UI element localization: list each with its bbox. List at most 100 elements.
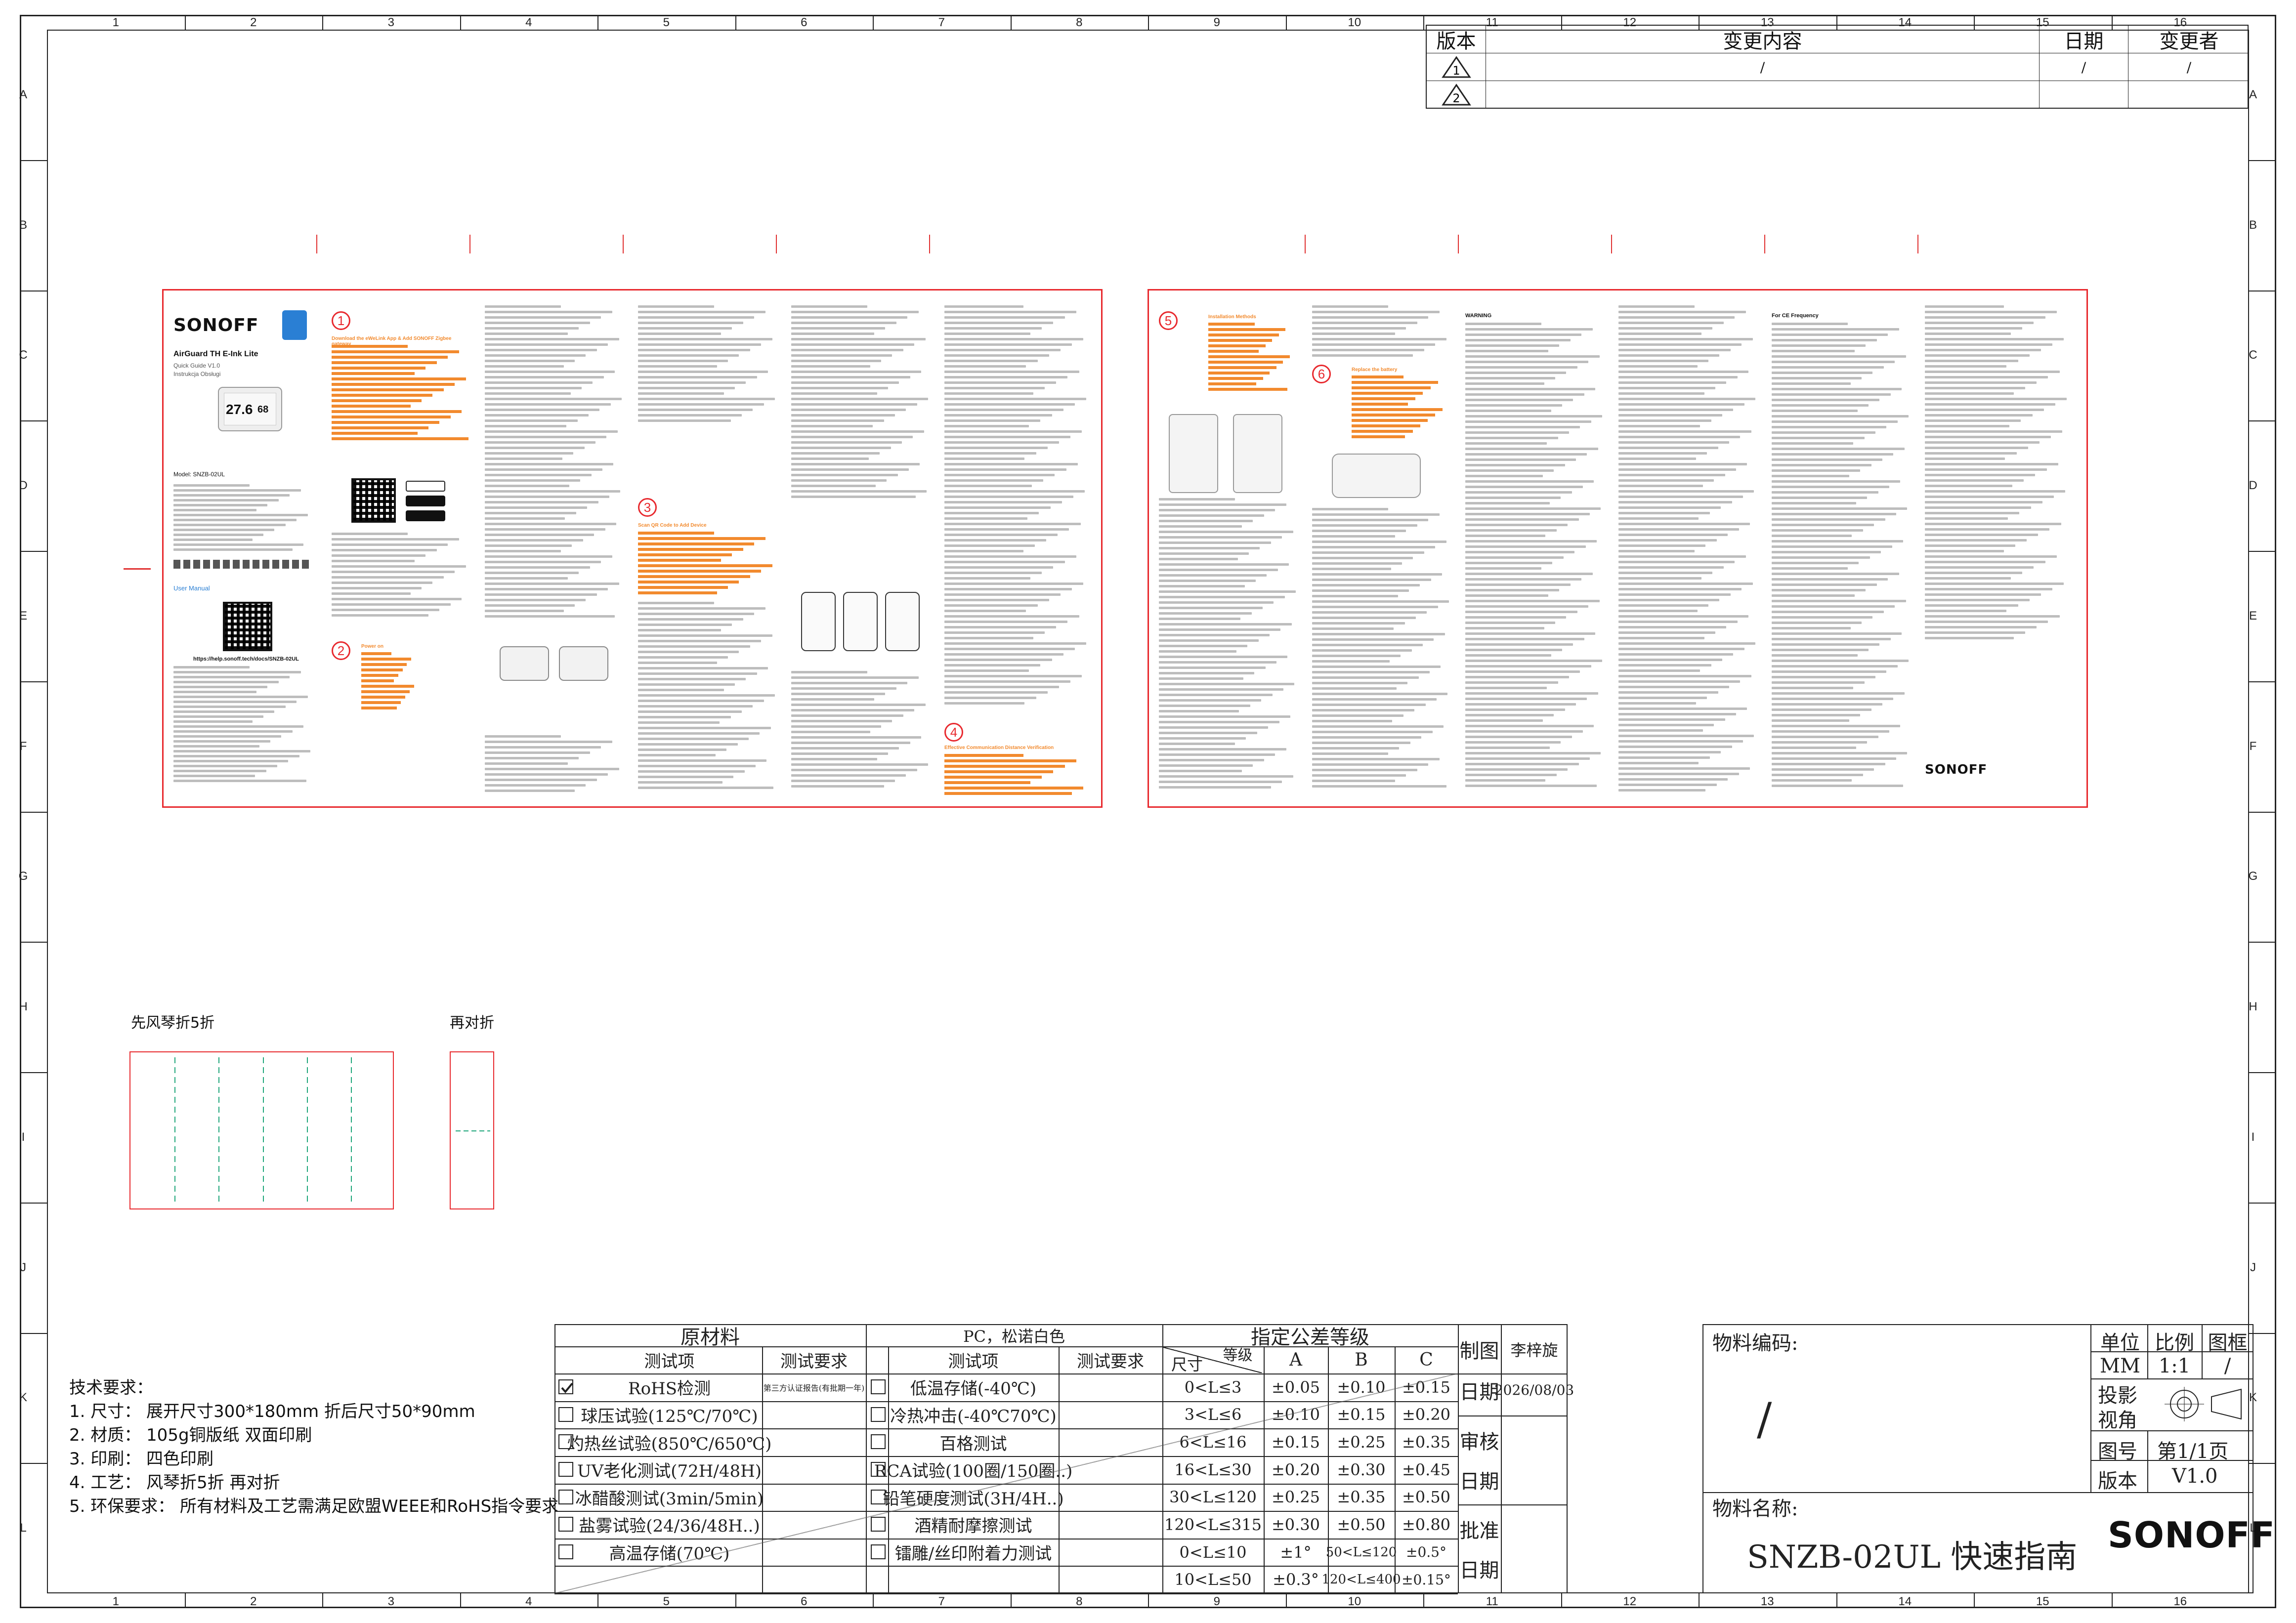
revision-table: 版本 变更内容 日期 变更者 1 / / / 2 xyxy=(1426,25,2249,109)
text-line xyxy=(1618,697,1707,699)
orange-text-line xyxy=(332,405,411,408)
text-line xyxy=(1465,475,1543,477)
text-line xyxy=(1772,355,1906,358)
app-store-icon[interactable] xyxy=(406,510,445,521)
manual-qr-code[interactable] xyxy=(223,602,272,651)
test-checkbox[interactable] xyxy=(558,1544,573,1559)
text-line xyxy=(1465,763,1579,765)
text-line xyxy=(173,770,266,772)
text-line xyxy=(944,496,1073,498)
text-line xyxy=(1159,786,1271,789)
technical-requirements: 技术要求： 1. 尺寸： 展开尺寸300*180mm 折后尺寸50*90mm 2… xyxy=(69,1376,563,1518)
text-line xyxy=(1618,707,1747,710)
text-line xyxy=(1465,426,1580,428)
step-3-title: Scan QR Code to Add Device xyxy=(638,523,707,528)
text-line xyxy=(1312,327,1406,330)
ewelink-badge-icon[interactable] xyxy=(406,481,445,492)
grade-A: A xyxy=(1289,1350,1302,1370)
orange-text-line xyxy=(332,361,437,364)
table-grid-line xyxy=(554,1324,555,1593)
text-line xyxy=(485,751,590,754)
test-checkbox[interactable] xyxy=(871,1407,886,1422)
ruler-col-11: 11 xyxy=(1486,1595,1498,1608)
text-line xyxy=(1772,589,1866,591)
test-checkbox[interactable] xyxy=(558,1379,573,1394)
text-line xyxy=(1618,419,1711,422)
orange-text-line xyxy=(638,542,755,545)
user-manual-link[interactable]: User Manual xyxy=(173,584,210,592)
panel-step-6: 6 Replace the battery xyxy=(1312,300,1455,799)
text-line xyxy=(1925,425,2010,427)
app-qr-code[interactable] xyxy=(351,478,396,523)
text-line xyxy=(791,758,877,760)
text-line xyxy=(1312,655,1401,657)
text-line xyxy=(1465,513,1590,515)
text-line xyxy=(1772,698,1894,700)
text-line xyxy=(173,499,279,501)
text-line xyxy=(1772,627,1851,629)
tolerance-b: ±0.30 xyxy=(1337,1460,1386,1479)
text-line xyxy=(1772,448,1905,450)
test-checkbox[interactable] xyxy=(558,1407,573,1422)
text-line xyxy=(1772,551,1881,553)
tolerance-b: 50<L≤120 xyxy=(1325,1544,1397,1560)
text-line xyxy=(1925,338,2064,340)
test-checkbox[interactable] xyxy=(558,1517,573,1532)
test-checkbox[interactable] xyxy=(558,1489,573,1504)
text-line xyxy=(1772,687,1854,689)
text-line xyxy=(638,689,724,691)
text-line xyxy=(1312,698,1437,701)
text-line xyxy=(1465,600,1600,602)
text-line xyxy=(485,354,586,357)
text-line xyxy=(1772,442,1854,445)
test-checkbox[interactable] xyxy=(871,1517,886,1532)
test-checkbox[interactable] xyxy=(871,1379,886,1394)
tech-item-printing: 3. 印刷： 四色印刷 xyxy=(69,1449,214,1469)
ruler-tick xyxy=(597,15,598,30)
fold-line xyxy=(174,1057,176,1206)
text-line xyxy=(944,680,1071,683)
test-checkbox[interactable] xyxy=(871,1434,886,1450)
text-line xyxy=(173,780,306,782)
text-line xyxy=(485,333,568,335)
google-play-icon[interactable] xyxy=(406,496,445,506)
step-4-badge: 4 xyxy=(944,723,963,742)
text-line xyxy=(1312,524,1417,527)
support-url[interactable]: https://help.sonoff.tech/docs/SNZB-02UL xyxy=(193,656,299,662)
text-line xyxy=(944,436,1071,438)
text-line xyxy=(1465,714,1554,716)
ruler-row-C: C xyxy=(2249,348,2257,362)
text-line xyxy=(1618,637,1704,639)
orange-text-line xyxy=(638,559,721,562)
text-line xyxy=(944,621,1068,623)
text-line xyxy=(638,656,728,659)
text-line xyxy=(1925,441,2040,444)
text-line xyxy=(1772,410,1858,412)
text-line xyxy=(944,593,1061,596)
fold-tick xyxy=(929,235,930,253)
text-line xyxy=(944,322,1054,324)
text-line xyxy=(332,538,459,541)
fold-tick xyxy=(469,235,470,253)
text-line xyxy=(1159,726,1269,729)
text-line xyxy=(1618,653,1734,656)
step-3-badge: 3 xyxy=(638,498,657,517)
tolerance-size: 6<L≤16 xyxy=(1179,1433,1247,1452)
text-line xyxy=(944,452,1036,455)
text-line xyxy=(1465,638,1584,640)
text-line xyxy=(1312,305,1388,308)
text-line xyxy=(173,765,277,767)
ruler-tick xyxy=(1285,1593,1287,1608)
text-line xyxy=(1159,531,1293,533)
text-line xyxy=(1159,558,1238,560)
text-line xyxy=(1772,725,1901,727)
text-line xyxy=(1465,768,1568,771)
text-line xyxy=(638,710,742,713)
text-line xyxy=(1159,677,1243,680)
text-line xyxy=(1618,517,1699,520)
ruler-row-B: B xyxy=(19,218,27,232)
test-checkbox[interactable] xyxy=(871,1544,886,1559)
text-line xyxy=(1772,785,1903,787)
text-line xyxy=(1772,377,1862,379)
test-checkbox[interactable] xyxy=(558,1461,573,1477)
